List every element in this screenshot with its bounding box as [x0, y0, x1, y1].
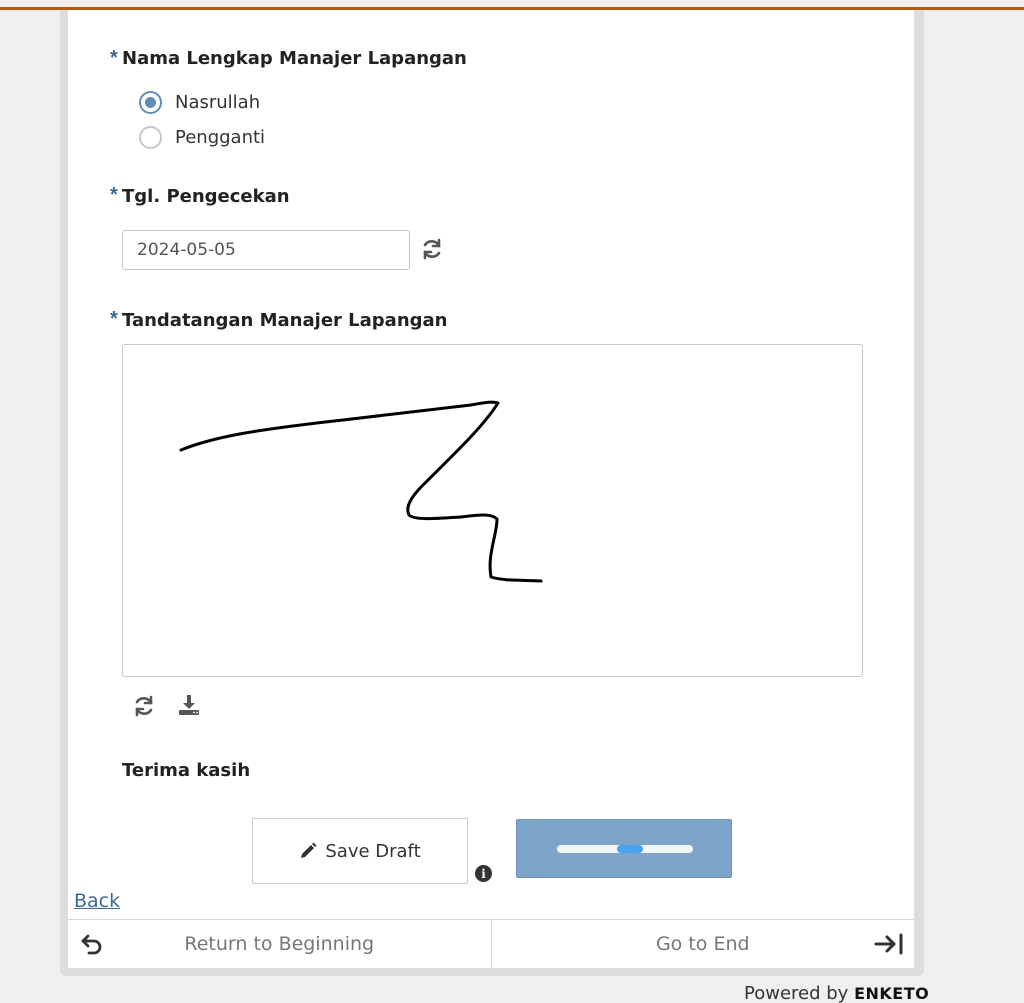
- top-accent-bar: [0, 0, 1024, 10]
- date-field[interactable]: [122, 230, 410, 270]
- radio-label: Pengganti: [175, 127, 266, 148]
- return-to-beginning-button[interactable]: Return to Beginning: [68, 920, 492, 968]
- powered-by: Powered by ENKETO: [744, 983, 929, 1003]
- undo-icon: [80, 932, 104, 961]
- submit-button[interactable]: [516, 819, 732, 878]
- go-to-end-button[interactable]: Go to End: [492, 920, 915, 968]
- powered-by-label: Powered by: [744, 983, 849, 1003]
- download-icon[interactable]: [175, 691, 203, 719]
- arrow-to-end-icon: [874, 932, 904, 961]
- signature-pad[interactable]: [122, 344, 863, 677]
- info-icon[interactable]: i: [475, 865, 492, 882]
- question-label-signature: Tandatangan Manajer Lapangan: [122, 310, 448, 331]
- refresh-icon[interactable]: [418, 235, 446, 263]
- radio-label: Nasrullah: [175, 92, 261, 113]
- form-navigation: Return to Beginning Go to End: [68, 919, 914, 968]
- radio-button-checked[interactable]: [139, 91, 162, 114]
- back-link[interactable]: Back: [74, 890, 120, 912]
- signature-drawing: [179, 400, 543, 583]
- return-to-beginning-label: Return to Beginning: [184, 933, 375, 955]
- required-mark: *: [110, 47, 118, 69]
- progress-loader-indicator: [617, 845, 643, 853]
- required-mark: *: [110, 308, 118, 330]
- radio-option-nasrullah[interactable]: Nasrullah: [139, 91, 260, 114]
- radio-option-pengganti[interactable]: Pengganti: [139, 126, 265, 149]
- reset-signature-refresh-icon[interactable]: [130, 692, 158, 720]
- progress-loader: [557, 845, 693, 853]
- save-draft-button[interactable]: Save Draft: [252, 818, 468, 884]
- enketo-logo[interactable]: ENKETO: [854, 984, 929, 1003]
- closing-note: Terima kasih: [122, 760, 251, 781]
- question-label-check-date: Tgl. Pengecekan: [122, 186, 290, 207]
- go-to-end-label: Go to End: [655, 933, 750, 955]
- question-label-manager-name: Nama Lengkap Manajer Lapangan: [122, 48, 467, 69]
- radio-button[interactable]: [139, 126, 162, 149]
- pencil-icon: [301, 842, 317, 858]
- save-draft-label: Save Draft: [325, 840, 421, 862]
- required-mark: *: [110, 184, 118, 206]
